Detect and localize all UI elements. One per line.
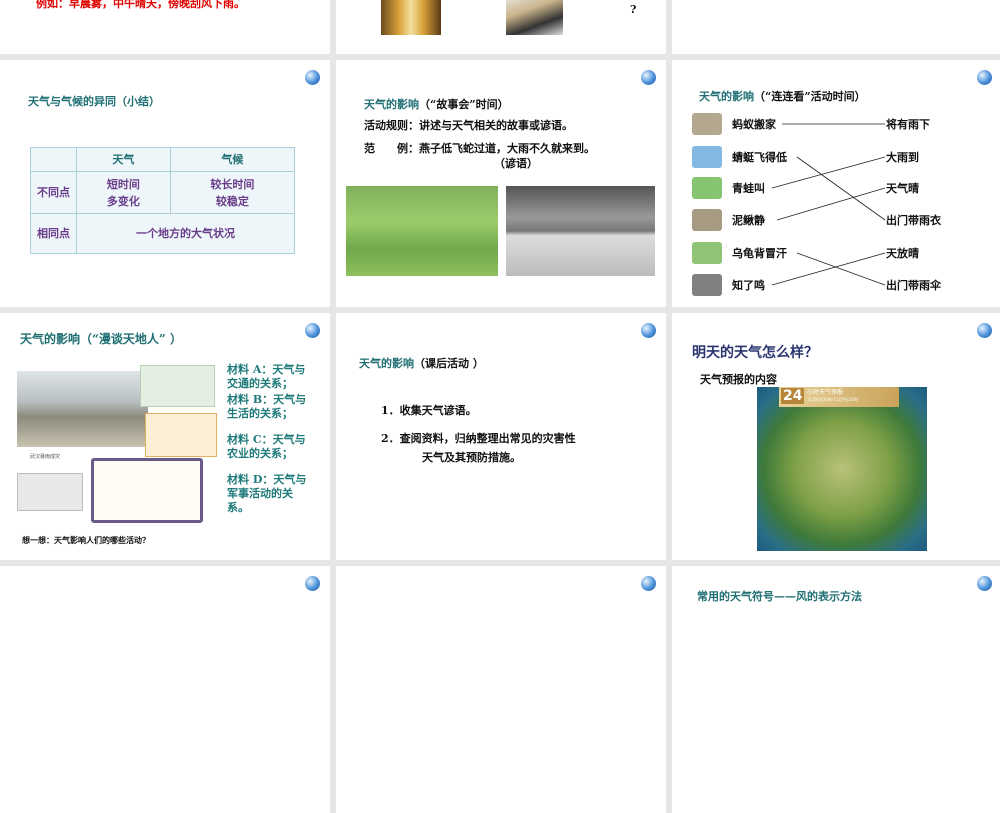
animal-icon — [692, 274, 722, 296]
slide-title: 常用的天气符号——风的表示方法 — [697, 590, 862, 603]
list-item: 天气及其预防措施。 — [422, 451, 521, 464]
slide-thumbnail-11[interactable] — [336, 566, 666, 813]
right-item[interactable]: 天气晴 — [886, 180, 919, 196]
header-weather: 天气 — [76, 147, 171, 172]
animal-icon — [692, 113, 722, 135]
slide-thumbnail-10[interactable] — [0, 566, 330, 813]
globe-icon — [977, 323, 992, 338]
map-number: 24 — [781, 388, 805, 404]
slide-thumbnail-5[interactable]: 天气的影响（“故事会”时间） 活动规则：讲述与天气相关的故事或谚语。 范 例：燕… — [336, 60, 666, 307]
animal-icon — [692, 242, 722, 264]
slide-thumbnail-6[interactable]: 天气的影响（“连连看”活动时间） 蚂蚁搬家 蜻蜓飞得低 青蛙叫 泥鳅静 乌龟背冒汗 知了鸣… — [672, 60, 1000, 307]
example-text: 例如：早晨雾，中午晴天，傍晚刮风下雨。 — [36, 0, 245, 10]
slide-thumbnail-2[interactable]: ? — [336, 0, 666, 54]
row-label: 不同点 — [30, 171, 77, 214]
materials-list: 材料 A：天气与交通的关系； 材料 B：天气与生活的关系； 材料 C：天气与农业… — [227, 363, 307, 514]
comparison-table: 天气 气候 不同点 短时间 多变化 较长时间 较稳定 相同点 一个地方的大气状况 — [30, 147, 296, 254]
left-item[interactable]: 蚂蚁搬家 — [732, 116, 776, 132]
question-text: 想一想：天气影响人们的哪些活动？ — [22, 535, 150, 545]
slide-thumbnail-1[interactable]: 例如：早晨雾，中午晴天，傍晚刮风下雨。 — [0, 0, 330, 54]
match-line — [796, 252, 886, 286]
slide-thumbnail-3[interactable] — [672, 0, 1000, 54]
flood-photo — [17, 371, 148, 447]
weather-forecast-map: 24 小时天气预报 11月8日20时-11月9日20时 — [757, 387, 927, 551]
slide-title: 天气的影响（“故事会”时间） — [364, 98, 509, 111]
right-item[interactable]: 出门带雨伞 — [886, 277, 941, 293]
snake-road-photo — [506, 186, 655, 276]
slide-thumbnail-12[interactable]: 常用的天气符号——风的表示方法 — [672, 566, 1000, 813]
great-wall-photo — [506, 0, 563, 35]
match-line — [771, 156, 886, 189]
question-mark: ? — [630, 3, 637, 16]
animal-icon — [692, 209, 722, 231]
slide-thumbnail-4[interactable]: 天气与气候的异同（小结） 天气 气候 不同点 短时间 多变化 较长时间 较稳定 相同点 一个… — [0, 60, 330, 307]
right-item[interactable]: 天放晴 — [886, 245, 919, 261]
swallows-photo — [346, 186, 498, 276]
globe-icon — [641, 576, 656, 591]
slide-thumbnail-7[interactable]: 天气的影响（“漫谈天地人” ） 武汉暴雨成灾 材料 A：天气与交通的关系； 材料… — [0, 313, 330, 560]
match-line — [771, 252, 886, 286]
autumn-road-photo — [381, 0, 441, 35]
row-label: 相同点 — [30, 213, 77, 254]
match-line — [776, 187, 886, 221]
example-text: 范 例：燕子低飞蛇过道，大雨不久就来到。 — [364, 142, 595, 155]
list-item: 1．收集天气谚语。 — [381, 404, 477, 417]
map-date: 11月8日20时-11月9日20时 — [807, 397, 858, 402]
left-item[interactable]: 青蛙叫 — [732, 180, 765, 196]
activity-rule: 活动规则：讲述与天气相关的故事或谚语。 — [364, 119, 573, 132]
slide-thumbnail-8[interactable]: 天气的影响（课后活动 ） 1．收集天气谚语。 2．查阅资料，归纳整理出常见的灾害… — [336, 313, 666, 560]
left-item[interactable]: 知了鸣 — [732, 277, 765, 293]
example-note: （谚语） — [494, 157, 538, 170]
left-item[interactable]: 蜻蜓飞得低 — [732, 149, 787, 165]
globe-icon — [641, 70, 656, 85]
header-climate: 气候 — [169, 147, 296, 172]
left-item[interactable]: 泥鳅静 — [732, 212, 765, 228]
globe-icon — [305, 70, 320, 85]
material-b-card — [145, 413, 217, 457]
material-c-card — [17, 473, 83, 511]
material-d-book — [91, 458, 203, 523]
photo-caption: 武汉暴雨成灾 — [30, 454, 61, 460]
slide-thumbnail-9[interactable]: 明天的天气怎么样？ 天气预报的内容 24 小时天气预报 11月8日20时-11月… — [672, 313, 1000, 560]
slide-title: 天气的影响（课后活动 ） — [359, 357, 484, 370]
globe-icon — [977, 576, 992, 591]
slide-subtitle: 天气预报的内容 — [700, 373, 777, 386]
right-item[interactable]: 出门带雨衣 — [886, 212, 941, 228]
material-a-card — [140, 365, 215, 407]
animal-icon — [692, 146, 722, 168]
left-item[interactable]: 乌龟背冒汗 — [732, 245, 787, 261]
right-item[interactable]: 大雨到 — [886, 149, 919, 165]
slide-title: 明天的天气怎么样？ — [692, 345, 818, 361]
slide-title: 天气与气候的异同（小结） — [28, 95, 160, 108]
slide-title: 天气的影响（“漫谈天地人” ） — [20, 332, 182, 346]
map-title: 小时天气预报 — [807, 389, 844, 396]
list-item: 2．查阅资料，归纳整理出常见的灾害性 — [381, 432, 576, 445]
globe-icon — [641, 323, 656, 338]
animal-icon — [692, 177, 722, 199]
globe-icon — [305, 576, 320, 591]
globe-icon — [305, 323, 320, 338]
right-item[interactable]: 将有雨下 — [886, 116, 930, 132]
